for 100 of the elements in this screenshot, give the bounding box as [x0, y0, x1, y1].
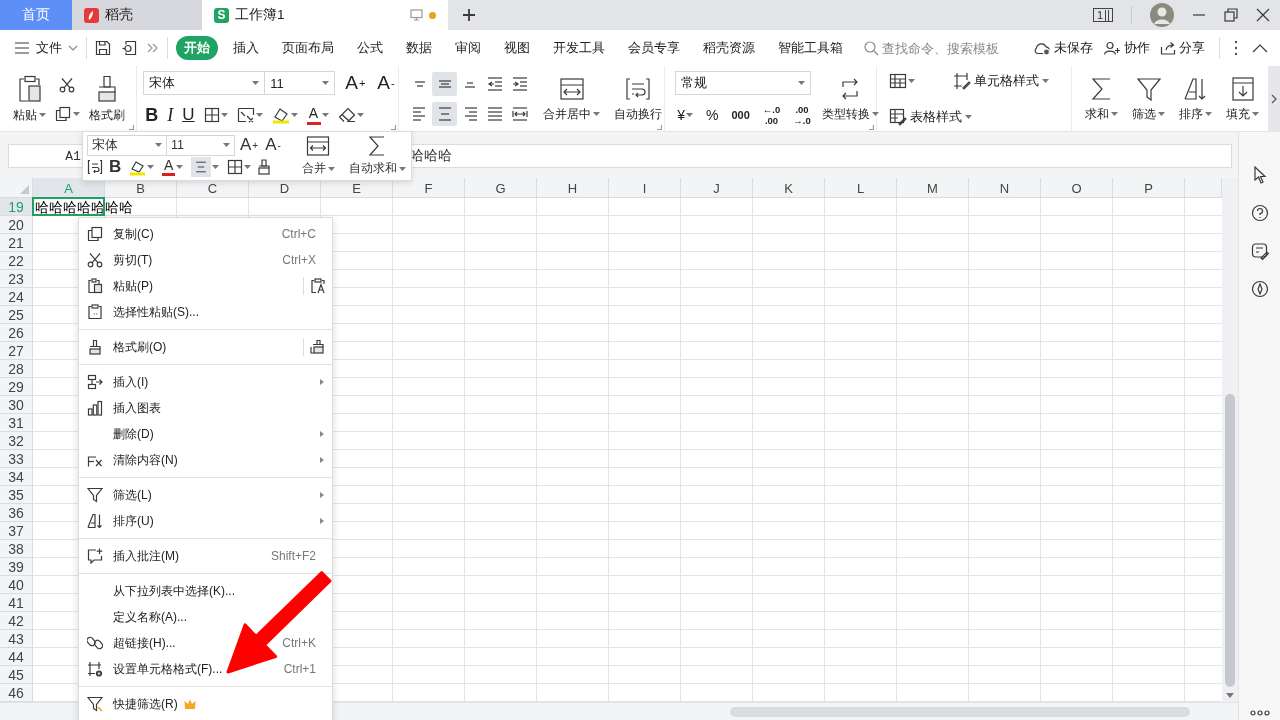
- toolbar-button[interactable]: 排序: [1176, 73, 1216, 125]
- currency-button[interactable]: ¥: [675, 103, 695, 127]
- row-header[interactable]: 28: [0, 360, 33, 378]
- row-header[interactable]: 31: [0, 414, 33, 432]
- row-header[interactable]: 20: [0, 216, 33, 234]
- column-header[interactable]: O: [1041, 178, 1113, 198]
- grow-font-button[interactable]: A$^{+}$: [343, 71, 368, 95]
- toolbar-button[interactable]: 填充: [1223, 73, 1263, 125]
- thousands-button[interactable]: 000: [729, 103, 752, 127]
- toolbar-button[interactable]: 协作: [1103, 39, 1150, 57]
- row-header[interactable]: 46: [0, 684, 33, 702]
- menu-tab[interactable]: 审阅: [447, 36, 489, 60]
- menu-item[interactable]: 筛选(L): [79, 482, 332, 508]
- column-header[interactable]: M: [897, 178, 969, 198]
- decrease-decimal-button[interactable]: .00 →.0: [791, 103, 813, 127]
- bold-button[interactable]: B: [143, 103, 161, 127]
- row-header[interactable]: 40: [0, 576, 33, 594]
- tab[interactable]: S 工作簿1: [202, 0, 448, 30]
- column-header[interactable]: N: [969, 178, 1041, 198]
- menu-item[interactable]: 删除(D): [79, 421, 332, 447]
- menu-item[interactable]: 格式刷(O): [79, 334, 332, 360]
- tab[interactable]: 稻壳: [72, 0, 202, 30]
- row-header[interactable]: 23: [0, 270, 33, 288]
- row-header[interactable]: 25: [0, 306, 33, 324]
- row-header[interactable]: 22: [0, 252, 33, 270]
- format-painter-button[interactable]: 格式刷: [86, 72, 128, 126]
- italic-button[interactable]: I: [165, 103, 176, 127]
- column-header[interactable]: L: [825, 178, 897, 198]
- row-header[interactable]: 30: [0, 396, 33, 414]
- menu-item[interactable]: 选择性粘贴(S)...: [79, 299, 332, 325]
- column-header[interactable]: K: [753, 178, 825, 198]
- font-field[interactable]: 宋体: [143, 71, 266, 95]
- menu-item[interactable]: 复制(C) Ctrl+C: [79, 221, 332, 247]
- percent-button[interactable]: %: [704, 103, 721, 127]
- column-header[interactable]: I: [609, 178, 681, 198]
- font-field[interactable]: 宋体: [87, 134, 167, 156]
- menu-tab[interactable]: 稻壳资源: [695, 36, 763, 60]
- toolbar-button[interactable]: 未保存: [1033, 39, 1093, 57]
- row-header[interactable]: 42: [0, 612, 33, 630]
- column-header[interactable]: F: [393, 178, 465, 198]
- menu-item[interactable]: 插入(I): [79, 369, 332, 395]
- column-header[interactable]: J: [681, 178, 753, 198]
- toolbar-button[interactable]: 求和: [1082, 73, 1122, 125]
- menu-tab[interactable]: 智能工具箱: [770, 36, 851, 60]
- row-header[interactable]: 33: [0, 450, 33, 468]
- row-header[interactable]: 41: [0, 594, 33, 612]
- convert-type-button[interactable]: 类型转换: [818, 73, 882, 125]
- underline-button[interactable]: U: [180, 103, 197, 127]
- paste-button[interactable]: 粘贴: [10, 72, 49, 126]
- font-color-button[interactable]: A: [304, 103, 331, 127]
- row-header[interactable]: 29: [0, 378, 33, 396]
- page-count[interactable]: 1: [1093, 8, 1113, 22]
- menu-item[interactable]: 清除内容(N): [79, 447, 332, 473]
- row-header[interactable]: 45: [0, 666, 33, 684]
- row-header[interactable]: 36: [0, 504, 33, 522]
- menu-item[interactable]: 超链接(H)... Ctrl+K: [79, 630, 332, 656]
- menu-item[interactable]: 插入批注(M) Shift+F2: [79, 543, 332, 569]
- toolbar-button[interactable]: 分享: [1160, 39, 1205, 57]
- menu-item[interactable]: 定义名称(A)...: [79, 604, 332, 630]
- column-header[interactable]: G: [465, 178, 537, 198]
- row-header[interactable]: 37: [0, 522, 33, 540]
- row-header[interactable]: 39: [0, 558, 33, 576]
- increase-decimal-button[interactable]: ←.0 .00: [760, 103, 783, 127]
- menu-tab[interactable]: 插入: [225, 36, 267, 60]
- menu-item[interactable]: 设置单元格格式(F)... Ctrl+1: [79, 656, 332, 682]
- menu-item[interactable]: 粘贴(P): [79, 273, 332, 299]
- number-format-field[interactable]: 常规: [675, 71, 812, 95]
- table-style-button[interactable]: 表格样式: [887, 105, 1052, 129]
- menu-item[interactable]: 快捷筛选(R): [79, 691, 332, 717]
- row-header[interactable]: 27: [0, 342, 33, 360]
- row-header[interactable]: 32: [0, 432, 33, 450]
- menu-item[interactable]: 排序(U): [79, 508, 332, 534]
- menu-item[interactable]: 从下拉列表中选择(K)...: [79, 578, 332, 604]
- font-size-field[interactable]: 11: [265, 71, 336, 95]
- row-header[interactable]: 35: [0, 486, 33, 504]
- menu-tab[interactable]: 页面布局: [274, 36, 342, 60]
- font-size-field[interactable]: 11: [167, 134, 235, 156]
- toolbar-button[interactable]: 筛选: [1129, 73, 1169, 125]
- merge-center-button[interactable]: 合并居中: [540, 73, 604, 125]
- search-field[interactable]: 查找命令、搜索模板: [864, 37, 1016, 59]
- row-header[interactable]: 38: [0, 540, 33, 558]
- shrink-font-button[interactable]: A$^{-}$: [375, 71, 397, 95]
- menu-tab[interactable]: 会员专享: [620, 36, 688, 60]
- menu-item[interactable]: 插入图表: [79, 395, 332, 421]
- row-header[interactable]: 24: [0, 288, 33, 306]
- menu-tab[interactable]: 开发工具: [545, 36, 613, 60]
- menu-tab[interactable]: 视图: [496, 36, 538, 60]
- file-menu-button[interactable]: 文件: [14, 39, 78, 57]
- cell-style-button[interactable]: 单元格样式: [951, 69, 1052, 93]
- menu-item[interactable]: 剪切(T) Ctrl+X: [79, 247, 332, 273]
- row-header[interactable]: 21: [0, 234, 33, 252]
- menu-tab[interactable]: 公式: [349, 36, 391, 60]
- wrap-text-button[interactable]: 自动换行: [611, 73, 666, 125]
- row-header[interactable]: 44: [0, 648, 33, 666]
- column-header[interactable]: H: [537, 178, 609, 198]
- row-header[interactable]: 43: [0, 630, 33, 648]
- row-header[interactable]: 26: [0, 324, 33, 342]
- column-header[interactable]: P: [1113, 178, 1185, 198]
- menu-tab[interactable]: 数据: [398, 36, 440, 60]
- row-header[interactable]: 34: [0, 468, 33, 486]
